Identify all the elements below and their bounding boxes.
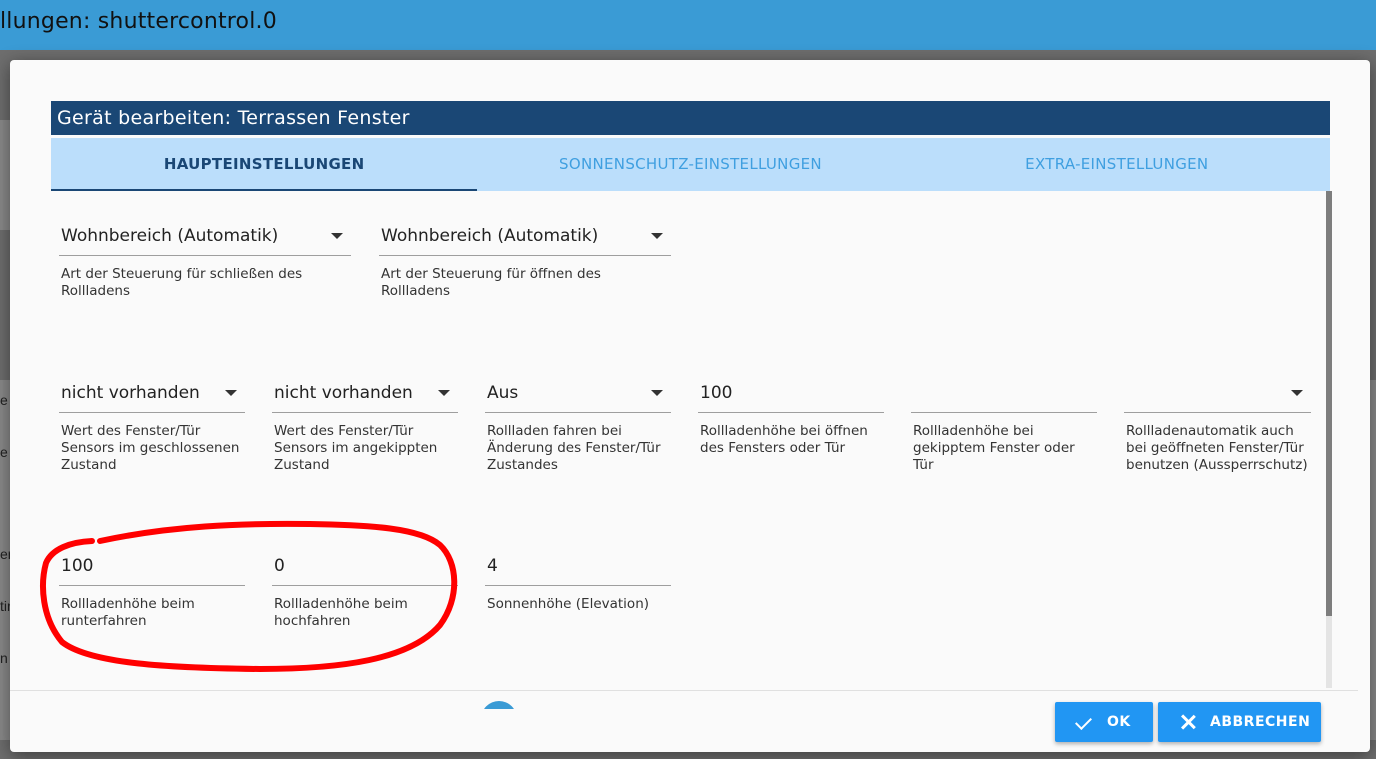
height-up-field: 0 Rollladenhöhe beim hochfahren	[272, 546, 458, 630]
height-window-tilted-field: Rollladenhöhe bei gekipptem Fenster oder…	[911, 373, 1097, 474]
ok-label: OK	[1107, 714, 1131, 730]
close-control-type-select[interactable]: Wohnbereich (Automatik)	[59, 216, 351, 256]
dropdown-arrow-icon	[331, 233, 343, 239]
height-window-tilted-input[interactable]	[911, 373, 1097, 413]
tab-extra-settings[interactable]: EXTRA-EINSTELLUNGEN	[904, 138, 1330, 191]
select-value: nicht vorhanden	[274, 383, 413, 403]
edit-device-dialog: Gerät bearbeiten: Terrassen Fenster HAUP…	[10, 60, 1370, 752]
select-value: Aus	[487, 383, 519, 403]
cancel-button[interactable]: ABBRECHEN	[1158, 702, 1321, 742]
background-text: e	[0, 392, 8, 408]
height-down-field: 100 Rollladenhöhe beim runterfahren	[59, 546, 245, 630]
tab-main-settings[interactable]: HAUPTEINSTELLUNGEN	[51, 138, 478, 191]
dropdown-arrow-icon	[225, 390, 237, 396]
field-helper-text: Rollladenhöhe bei gekipptem Fenster oder…	[913, 423, 1075, 473]
sensor-tilted-value-field: nicht vorhanden Wert des Fenster/Tür Sen…	[272, 373, 458, 474]
height-window-open-field: 100 Rollladenhöhe bei öffnen des Fenster…	[698, 373, 884, 457]
field-helper-text: Rollladenhöhe beim runterfahren	[61, 596, 195, 629]
tab-sun-protection-settings[interactable]: SONNENSCHUTZ-EINSTELLUNGEN	[477, 138, 903, 191]
open-control-type-select[interactable]: Wohnbereich (Automatik)	[379, 216, 671, 256]
floating-action-button[interactable]	[481, 701, 517, 709]
lockout-protection-select[interactable]	[1124, 373, 1311, 413]
move-on-window-change-select[interactable]: Aus	[485, 373, 671, 413]
close-control-type-field: Wohnbereich (Automatik) Art der Steuerun…	[59, 216, 351, 300]
sensor-closed-value-field: nicht vorhanden Wert des Fenster/Tür Sen…	[59, 373, 245, 474]
sun-elevation-input[interactable]: 4	[485, 546, 671, 586]
dialog-footer-divider	[10, 690, 1358, 691]
app-title: llungen: shuttercontrol.0	[0, 9, 277, 34]
field-helper-text: Art der Steuerung für schließen des Roll…	[61, 266, 303, 299]
close-icon	[1178, 712, 1198, 732]
sensor-tilted-value-select[interactable]: nicht vorhanden	[272, 373, 458, 413]
select-value: Wohnbereich (Automatik)	[61, 226, 279, 246]
field-helper-text: Rollladen fahren bei Änderung des Fenste…	[487, 423, 661, 473]
sun-elevation-field: 4 Sonnenhöhe (Elevation)	[485, 546, 671, 613]
settings-form: Wohnbereich (Automatik) Art der Steuerun…	[51, 191, 1330, 688]
app-header: llungen: shuttercontrol.0	[0, 0, 1376, 50]
select-value: nicht vorhanden	[61, 383, 200, 403]
field-helper-text: Rollladenhöhe beim hochfahren	[274, 596, 408, 629]
scrollbar[interactable]	[1326, 191, 1332, 688]
height-window-open-input[interactable]: 100	[698, 373, 884, 413]
lockout-protection-field: Rollladenautomatik auch bei geöffneten F…	[1124, 373, 1311, 474]
dialog-title: Gerät bearbeiten: Terrassen Fenster	[51, 101, 1330, 135]
dropdown-arrow-icon	[651, 233, 663, 239]
height-up-input[interactable]: 0	[272, 546, 458, 586]
dropdown-arrow-icon	[438, 390, 450, 396]
ok-button[interactable]: OK	[1055, 702, 1153, 742]
sensor-closed-value-select[interactable]: nicht vorhanden	[59, 373, 245, 413]
field-helper-text: Wert des Fenster/Tür Sensors im geschlos…	[61, 423, 240, 473]
field-helper-text: Wert des Fenster/Tür Sensors im angekipp…	[274, 423, 438, 473]
field-helper-text: Rollladenhöhe bei öffnen des Fensters od…	[700, 423, 868, 456]
dropdown-arrow-icon	[1291, 390, 1303, 396]
background-text: n	[0, 650, 8, 666]
scrollbar-thumb[interactable]	[1326, 191, 1332, 616]
check-icon	[1075, 712, 1095, 732]
field-helper-text: Rollladenautomatik auch bei geöffneten F…	[1126, 423, 1308, 473]
field-helper-text: Sonnenhöhe (Elevation)	[487, 596, 650, 612]
move-on-window-change-field: Aus Rollladen fahren bei Änderung des Fe…	[485, 373, 671, 474]
background-text: e	[0, 444, 8, 460]
cancel-label: ABBRECHEN	[1210, 714, 1311, 730]
height-down-input[interactable]: 100	[59, 546, 245, 586]
select-value: Wohnbereich (Automatik)	[381, 226, 599, 246]
dropdown-arrow-icon	[651, 390, 663, 396]
tab-bar: HAUPTEINSTELLUNGEN SONNENSCHUTZ-EINSTELL…	[51, 138, 1330, 191]
open-control-type-field: Wohnbereich (Automatik) Art der Steuerun…	[379, 216, 671, 300]
field-helper-text: Art der Steuerung für öffnen des Rolllad…	[381, 266, 601, 299]
